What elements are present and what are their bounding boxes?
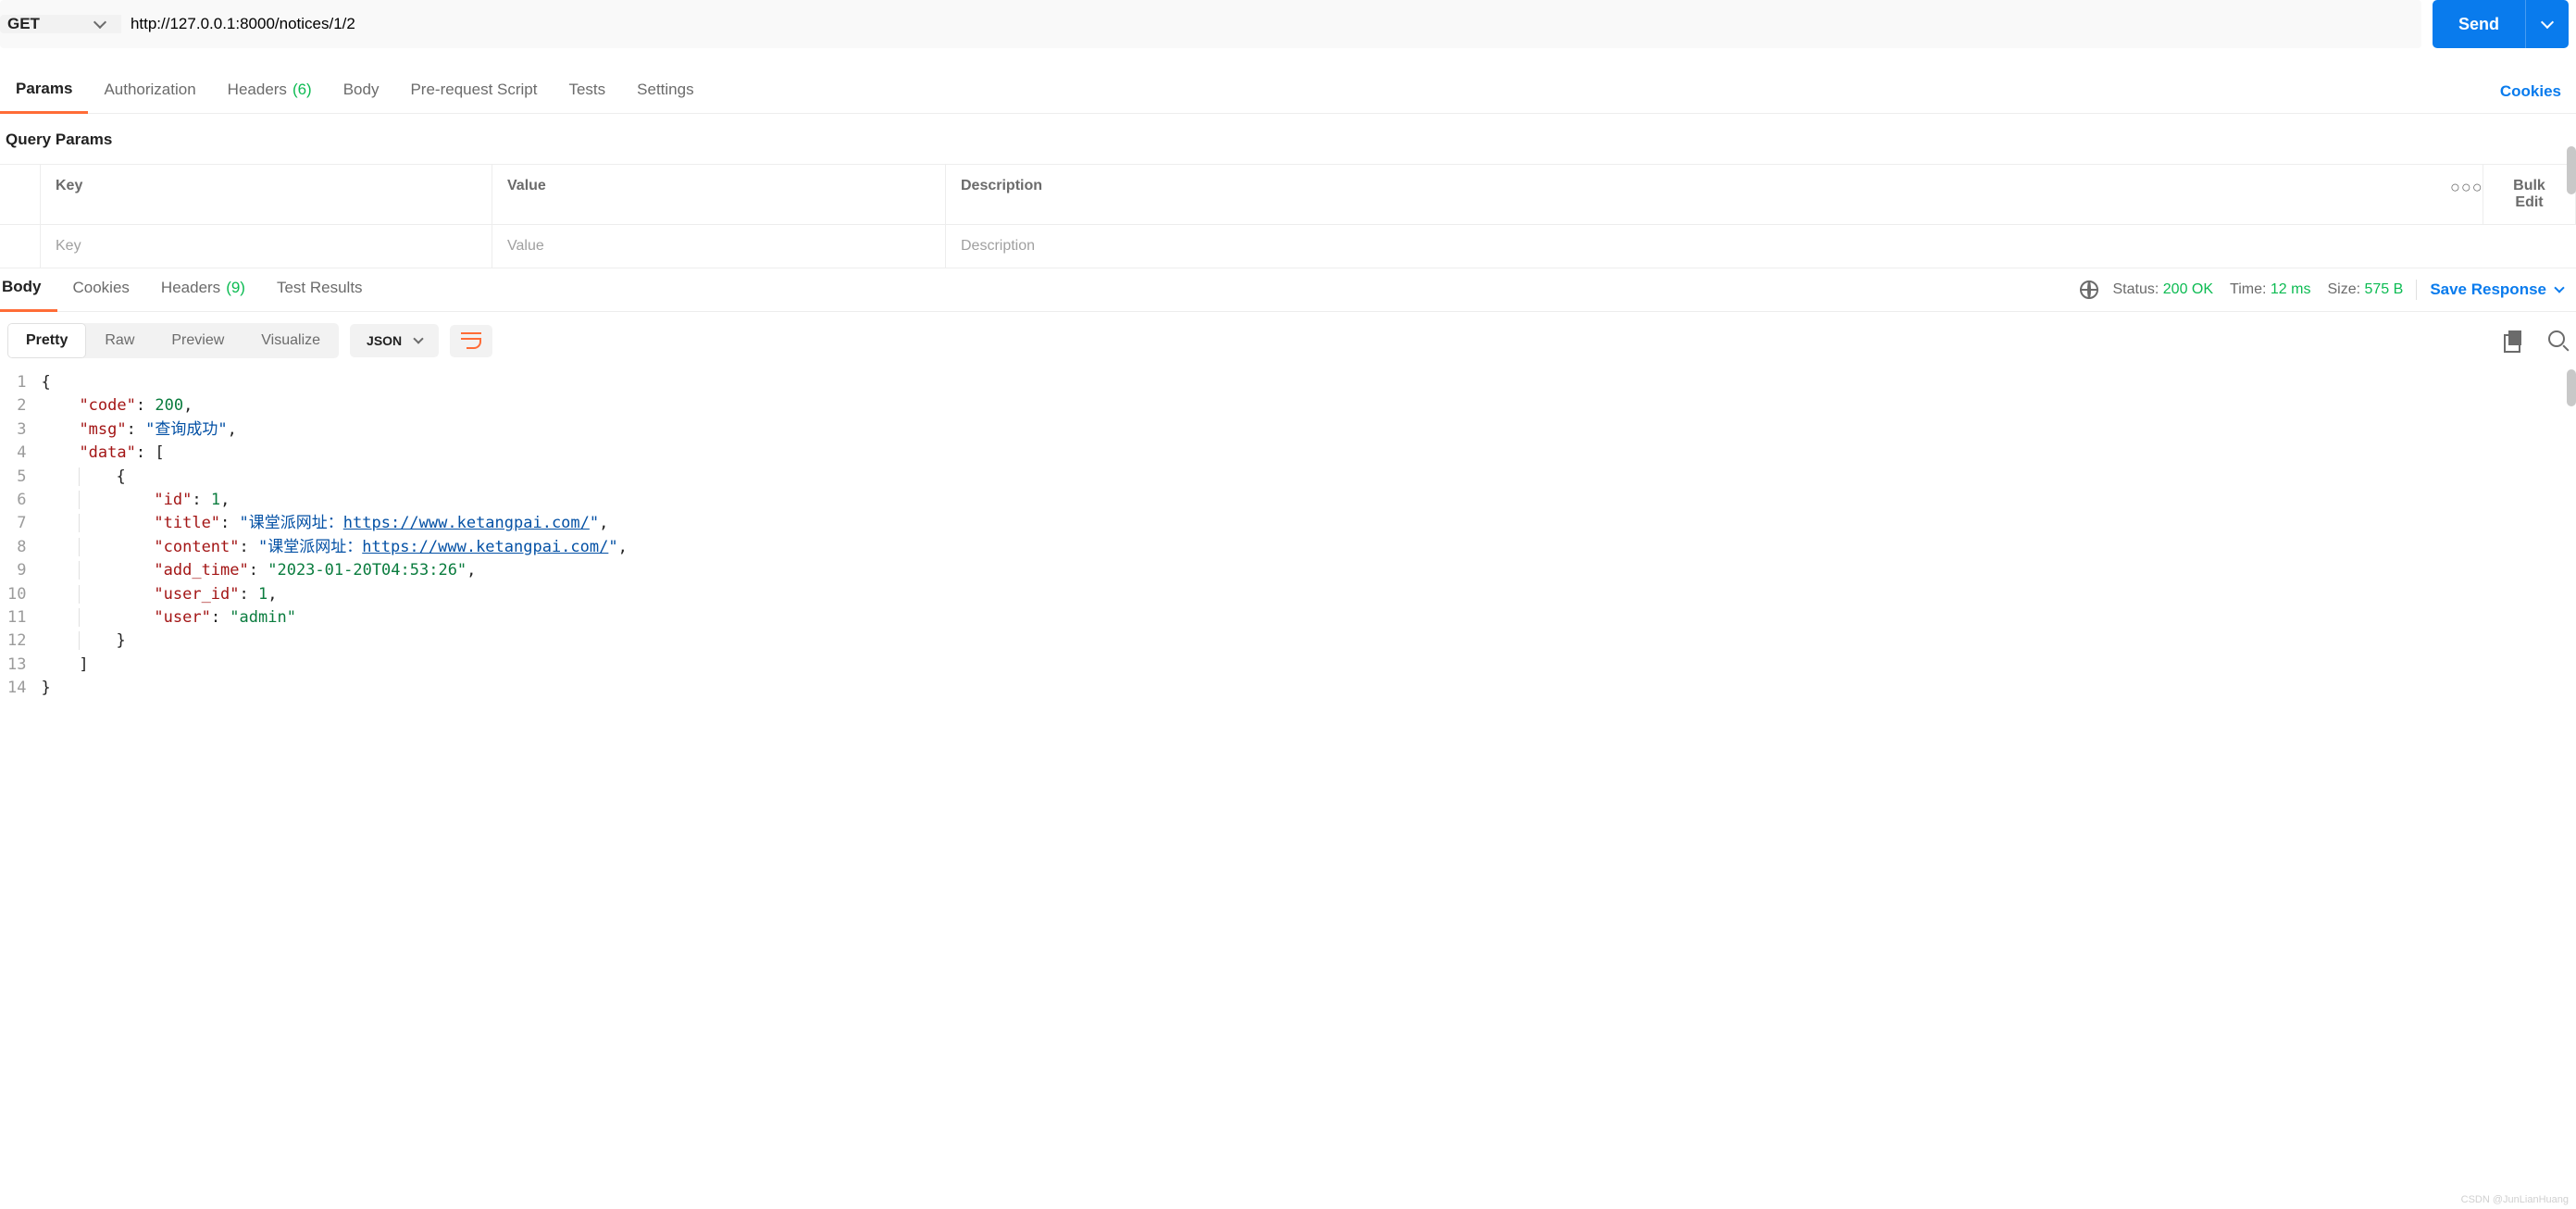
tab-body[interactable]: Body [328,71,395,112]
dots-icon: ○○○ [2450,178,2483,196]
tab-test-results[interactable]: Test Results [261,269,379,310]
globe-icon[interactable] [2080,280,2098,299]
method-select[interactable]: GET [0,15,121,33]
key-input[interactable] [56,238,477,255]
response-tabs: Body Cookies Headers (9) Test Results St… [0,268,2576,312]
tab-params[interactable]: Params [0,70,88,114]
checkbox-cell[interactable] [0,225,41,268]
time-meta[interactable]: Time: 12 ms [2230,281,2310,298]
scrollbar[interactable] [2567,146,2576,194]
tab-resp-cookies[interactable]: Cookies [57,269,145,310]
tab-headers[interactable]: Headers (6) [212,71,328,112]
send-options[interactable] [2525,0,2569,48]
params-table: Key Value Description ○○○ Bulk Edit [0,164,2576,268]
view-segment: Pretty Raw Preview Visualize [7,323,339,358]
tab-prerequest[interactable]: Pre-request Script [394,71,553,112]
scrollbar[interactable] [2567,369,2576,406]
bulk-edit-button[interactable]: Bulk Edit [2483,165,2576,224]
response-meta: Status: 200 OK Time: 12 ms Size: 575 B [2113,281,2404,298]
response-body[interactable]: 1 2 3 4 5 6 7 8 9 10 11 12 13 14 { "code… [0,369,2576,703]
line-gutter: 1 2 3 4 5 6 7 8 9 10 11 12 13 14 [0,371,41,701]
more-options[interactable]: ○○○ [2435,165,2483,224]
resp-headers-count: (9) [226,279,245,297]
chevron-down-icon [2541,16,2554,29]
wrap-button[interactable] [450,325,492,357]
search-icon[interactable] [2548,330,2569,351]
pretty-button[interactable]: Pretty [7,323,86,358]
url-box: GET [0,0,2421,48]
description-input[interactable] [961,238,2561,255]
cookies-link[interactable]: Cookies [2500,82,2576,101]
value-input[interactable] [507,238,930,255]
params-input-row [0,224,2576,268]
format-select[interactable]: JSON [350,324,439,357]
send-label: Send [2433,15,2525,34]
raw-button[interactable]: Raw [86,323,153,358]
status-meta[interactable]: Status: 200 OK [2113,281,2214,298]
url-input[interactable] [121,15,2421,33]
view-mode-row: Pretty Raw Preview Visualize JSON [0,312,2576,369]
headers-count: (6) [292,81,312,99]
tab-tests[interactable]: Tests [553,71,621,112]
code-content[interactable]: { "code": 200, "msg": "查询成功", "data": [ … [41,371,627,701]
request-tabs: Params Authorization Headers (6) Body Pr… [0,70,2576,114]
watermark: CSDN @JunLianHuang [2461,1194,2569,1205]
checkbox-header [0,165,41,224]
preview-button[interactable]: Preview [153,323,243,358]
save-response-button[interactable]: Save Response [2430,280,2576,299]
tab-authorization[interactable]: Authorization [88,71,211,112]
description-header: Description [946,165,2435,224]
chevron-down-icon [413,333,423,343]
tab-settings[interactable]: Settings [621,71,709,112]
request-bar: GET Send [0,0,2576,48]
value-header: Value [492,165,946,224]
method-label: GET [7,15,40,33]
tab-resp-headers[interactable]: Headers (9) [145,269,261,310]
query-params-title: Query Params [0,114,2576,164]
visualize-button[interactable]: Visualize [243,323,339,358]
divider [2416,280,2417,300]
params-header-row: Key Value Description ○○○ Bulk Edit [0,165,2576,224]
chevron-down-icon [93,16,106,29]
chevron-down-icon [2554,282,2564,293]
send-button[interactable]: Send [2433,0,2569,48]
copy-icon[interactable] [2504,330,2524,351]
key-header: Key [41,165,492,224]
tab-resp-body[interactable]: Body [0,268,57,312]
size-meta[interactable]: Size: 575 B [2327,281,2403,298]
wrap-icon [461,332,481,347]
